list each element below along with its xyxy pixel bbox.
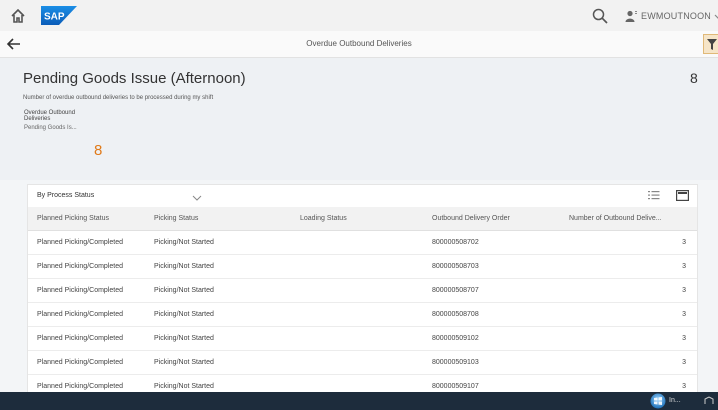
- table-row[interactable]: Planned Picking/Completed Picking/Not St…: [28, 351, 697, 375]
- cell-planned-picking: Planned Picking/Completed: [37, 239, 123, 246]
- cell-count: 3: [682, 359, 686, 366]
- cell-count: 3: [682, 335, 686, 342]
- column-header[interactable]: Planned Picking Status: [37, 215, 109, 222]
- column-header[interactable]: Picking Status: [154, 215, 198, 222]
- cell-delivery-order: 800000508703: [432, 263, 479, 270]
- table-row[interactable]: Planned Picking/Completed Picking/Not St…: [28, 255, 697, 279]
- cell-delivery-order: 800000508707: [432, 287, 479, 294]
- table-panel: By Process Status Planned Picking Status…: [27, 184, 698, 410]
- cell-delivery-order: 800000508702: [432, 239, 479, 246]
- kpi-header-value: 8: [690, 70, 698, 86]
- cell-count: 3: [682, 239, 686, 246]
- filter-button[interactable]: [703, 34, 718, 54]
- cell-picking-status: Picking/Not Started: [154, 335, 214, 342]
- user-menu[interactable]: EWMOUTNOON: [625, 9, 718, 23]
- chevron-down-icon[interactable]: [192, 195, 202, 201]
- cell-delivery-order: 800000509103: [432, 359, 479, 366]
- table-row[interactable]: Planned Picking/Completed Picking/Not St…: [28, 327, 697, 351]
- cell-planned-picking: Planned Picking/Completed: [37, 335, 123, 342]
- tray-label[interactable]: In...: [669, 397, 681, 404]
- cell-picking-status: Picking/Not Started: [154, 359, 214, 366]
- user-icon: [625, 10, 637, 22]
- table-row[interactable]: Planned Picking/Completed Picking/Not St…: [28, 279, 697, 303]
- filter-icon: [707, 39, 717, 50]
- cell-planned-picking: Planned Picking/Completed: [37, 359, 123, 366]
- user-name: EWMOUTNOON: [641, 11, 711, 21]
- tray-icon[interactable]: [704, 396, 714, 406]
- cell-picking-status: Picking/Not Started: [154, 383, 214, 390]
- page-title: Overdue Outbound Deliveries: [306, 39, 412, 48]
- home-icon[interactable]: [11, 9, 25, 23]
- cell-picking-status: Picking/Not Started: [154, 239, 214, 246]
- table-header: Planned Picking Status Picking Status Lo…: [28, 207, 697, 231]
- taskbar: In...: [0, 392, 718, 410]
- cell-delivery-order: 800000509102: [432, 335, 479, 342]
- cell-picking-status: Picking/Not Started: [154, 287, 214, 294]
- cell-picking-status: Picking/Not Started: [154, 263, 214, 270]
- cell-planned-picking: Planned Picking/Completed: [37, 287, 123, 294]
- cell-count: 3: [682, 383, 686, 390]
- column-header[interactable]: Loading Status: [300, 215, 347, 222]
- column-header[interactable]: Outbound Delivery Order: [432, 215, 510, 222]
- chevron-down-icon: [714, 14, 718, 19]
- search-icon[interactable]: [592, 8, 608, 24]
- cell-planned-picking: Planned Picking/Completed: [37, 383, 123, 390]
- kpi-card-label[interactable]: Overdue Outbound Deliveries: [24, 110, 94, 122]
- kpi-description: Number of overdue outbound deliveries to…: [23, 95, 214, 101]
- sap-logo[interactable]: SAP: [41, 6, 77, 25]
- shell-bar: SAP EWMOUTNOON: [0, 0, 718, 32]
- page-header: Overdue Outbound Deliveries: [0, 31, 718, 58]
- cell-planned-picking: Planned Picking/Completed: [37, 263, 123, 270]
- kpi-title: Pending Goods Issue (Afternoon): [23, 70, 246, 87]
- cell-delivery-order: 800000509107: [432, 383, 479, 390]
- sap-logo-text: SAP: [44, 12, 65, 23]
- cell-count: 3: [682, 263, 686, 270]
- cell-count: 3: [682, 311, 686, 318]
- table-row[interactable]: Planned Picking/Completed Picking/Not St…: [28, 303, 697, 327]
- view-select[interactable]: By Process Status: [37, 192, 94, 199]
- fullscreen-icon[interactable]: [676, 190, 689, 201]
- start-orb-icon[interactable]: [650, 393, 666, 409]
- list-view-icon[interactable]: [648, 190, 660, 200]
- kpi-header: Pending Goods Issue (Afternoon) 8 Number…: [0, 58, 718, 180]
- kpi-card-value[interactable]: 8: [94, 142, 102, 159]
- table-toolbar: By Process Status: [28, 185, 697, 207]
- cell-delivery-order: 800000508708: [432, 311, 479, 318]
- cell-picking-status: Picking/Not Started: [154, 311, 214, 318]
- table-row[interactable]: Planned Picking/Completed Picking/Not St…: [28, 231, 697, 255]
- cell-planned-picking: Planned Picking/Completed: [37, 311, 123, 318]
- cell-count: 3: [682, 287, 686, 294]
- kpi-card-subtitle: Pending Goods Is...: [24, 125, 77, 131]
- column-header[interactable]: Number of Outbound Delive...: [569, 215, 662, 222]
